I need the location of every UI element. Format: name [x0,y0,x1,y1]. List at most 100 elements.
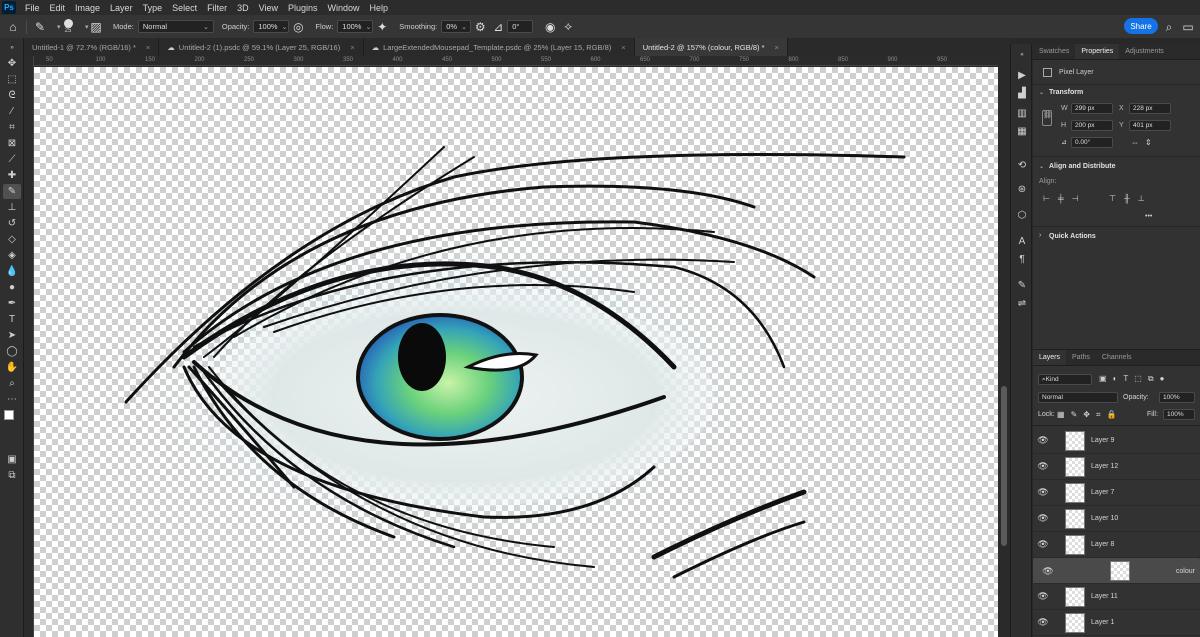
ellipse-tool-icon[interactable]: ◯ [3,344,21,359]
eye-icon[interactable]: 👁 [1033,487,1053,498]
brush-preset-dropdown[interactable]: ▾ [77,20,89,33]
height-field[interactable]: 200 px [1071,120,1113,131]
y-field[interactable]: 401 px [1129,120,1171,131]
quick-selection-tool-icon[interactable]: ⁄ [3,104,21,119]
flow-field[interactable]: 100% ⌄ [337,20,374,33]
align-vertical-centers-icon[interactable]: ╫ [1124,194,1138,203]
eye-icon[interactable]: 👁 [1033,591,1053,602]
filter-toggle-icon[interactable]: ● [1160,374,1171,383]
close-icon[interactable]: × [146,43,150,52]
close-icon[interactable]: × [775,43,779,52]
menu-layer[interactable]: Layer [105,3,138,13]
layer-fill-field[interactable]: 100% [1163,409,1195,420]
flip-horizontal-icon[interactable]: ⇔ [1131,138,1139,147]
tab-adjustments[interactable]: Adjustments [1119,44,1170,59]
toolbar-collapse-icon[interactable]: » [3,40,21,55]
eye-icon[interactable]: 👁 [1033,539,1053,550]
clone-stamp-tool-icon[interactable]: ⊥ [3,200,21,215]
screen-mode-icon[interactable]: ⧉ [3,468,21,483]
lock-all-icon[interactable]: 🔒 [1106,410,1122,419]
adjustments-panel-icon[interactable]: ⊛ [1014,182,1030,196]
layer-name[interactable]: Layer 12 [1091,463,1118,470]
layer-name[interactable]: Layer 9 [1091,437,1114,444]
marquee-tool-icon[interactable]: ⬚ [3,72,21,87]
brush-tool-icon[interactable]: ✎ [3,184,21,199]
menu-type[interactable]: Type [138,3,168,13]
align-right-edges-icon[interactable]: ⊣ [1072,194,1087,203]
chevron-down-icon[interactable]: ⌄ [1039,89,1044,96]
search-icon[interactable]: ⌕ [1160,18,1178,36]
channels-panel-icon[interactable]: ▥ [1014,106,1030,120]
type-filter-icon[interactable]: T [1123,374,1134,383]
lock-transparent-icon[interactable]: ▦ [1057,410,1071,419]
eye-icon[interactable]: 👁 [1033,617,1053,628]
pen-tool-icon[interactable]: ✒ [3,296,21,311]
angle-field[interactable]: 0° [507,20,534,33]
blend-mode-select[interactable]: Normal [1038,392,1118,403]
close-icon[interactable]: × [350,43,354,52]
document-canvas[interactable] [34,67,998,637]
menu-edit[interactable]: Edit [45,3,71,13]
lock-position-icon[interactable]: ✥ [1083,410,1096,419]
eye-icon[interactable]: 👁 [1033,435,1053,446]
tab-untitled-1[interactable]: Untitled-1 @ 72.7% (RGB/16) * × [24,38,160,56]
pixel-filter-icon[interactable]: ▣ [1099,374,1113,383]
layer-name[interactable]: Layer 8 [1091,541,1114,548]
adjustment-filter-icon[interactable]: ◐ [1113,374,1124,383]
symmetry-icon[interactable]: ⟡ [559,18,577,36]
layer-row[interactable]: 👁 Layer 12 [1033,454,1200,480]
more-options-icon[interactable]: ••• [1145,213,1152,220]
quick-mask-icon[interactable]: ▣ [3,452,21,467]
layer-row[interactable]: 👁 Layer 8 [1033,532,1200,558]
libraries-panel-icon[interactable]: ▦ [1014,124,1030,138]
layer-name[interactable]: Layer 7 [1091,489,1114,496]
tab-untitled-2-psdc[interactable]: ☁ Untitled-2 (1).psdc @ 59.1% (Layer 25,… [159,38,364,56]
paint-bucket-tool-icon[interactable]: ◈ [3,248,21,263]
foreground-color-swatch[interactable] [4,410,14,420]
menu-image[interactable]: Image [70,3,105,13]
path-selection-tool-icon[interactable]: ➤ [3,328,21,343]
layer-filter-kind-select[interactable]: ⌕ Kind [1038,374,1092,385]
play-action-icon[interactable]: ▶ [1014,68,1030,82]
type-tool-icon[interactable]: T [3,312,21,327]
layer-row[interactable]: 👁 Layer 11 [1033,584,1200,610]
menu-plugins[interactable]: Plugins [283,3,323,13]
chevron-down-icon[interactable]: ⌄ [1039,163,1044,170]
layer-row[interactable]: 👁 Layer 10 [1033,506,1200,532]
pressure-opacity-icon[interactable]: ◎ [289,18,307,36]
color-swatches[interactable] [4,410,20,426]
flip-vertical-icon[interactable]: ⇕ [1145,138,1152,147]
smoothing-field[interactable]: 0% ⌄ [441,20,472,33]
eyedropper-tool-icon[interactable]: ⟋ [3,152,21,167]
smoothing-options-gear-icon[interactable]: ⚙ [471,18,489,36]
layer-name[interactable]: Layer 10 [1091,515,1118,522]
dodge-tool-icon[interactable]: ● [3,280,21,295]
eye-icon[interactable]: 👁 [1033,461,1053,472]
lasso-tool-icon[interactable]: ᘓ [3,88,21,103]
align-left-edges-icon[interactable]: ⊢ [1043,194,1058,203]
menu-file[interactable]: File [20,3,45,13]
mode-select[interactable]: Normal ⌄ [137,20,214,33]
align-bottom-edges-icon[interactable]: ⊥ [1138,194,1153,203]
tab-layers[interactable]: Layers [1033,350,1067,365]
layer-name[interactable]: Layer 1 [1091,619,1114,626]
scrollbar-thumb[interactable] [1001,386,1007,546]
airbrush-icon[interactable]: ✦ [373,18,391,36]
menu-3d[interactable]: 3D [232,3,254,13]
layer-row-selected[interactable]: 👁 colour [1033,558,1200,584]
tab-untitled-2-active[interactable]: Untitled-2 @ 157% (colour, RGB/8) * × [634,38,788,56]
crop-tool-icon[interactable]: ⌗ [3,120,21,135]
align-horizontal-centers-icon[interactable]: ╪ [1058,194,1072,203]
tab-channels[interactable]: Channels [1096,350,1138,365]
lock-image-icon[interactable]: ✎ [1071,410,1084,419]
zoom-tool-icon[interactable]: ⌕ [3,376,21,391]
share-button[interactable]: Share [1124,18,1158,34]
brush-tool-preset-icon[interactable]: ✎ [31,18,49,36]
frame-tool-icon[interactable]: ⊠ [3,136,21,151]
workspace-icon[interactable]: ▭ [1179,18,1197,36]
move-tool-icon[interactable]: ✥ [3,56,21,71]
eraser-tool-icon[interactable]: ◇ [3,232,21,247]
eye-icon[interactable]: 👁 [1033,513,1053,524]
layer-row[interactable]: 👁 Layer 1 [1033,610,1200,636]
blur-tool-icon[interactable]: 💧 [3,264,21,279]
